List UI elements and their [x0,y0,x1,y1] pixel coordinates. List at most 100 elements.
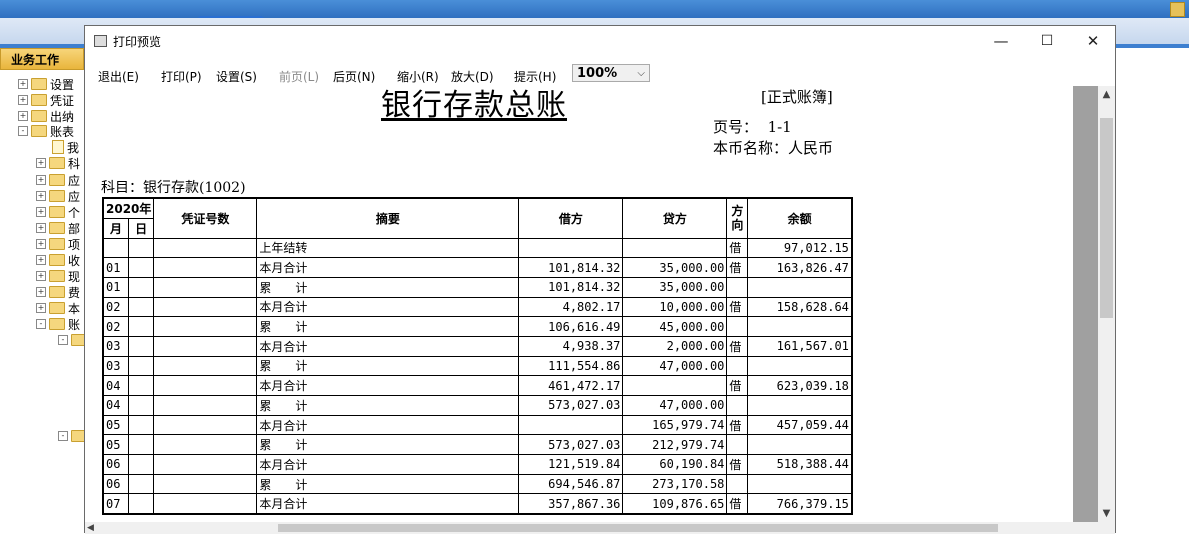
cell-summary: 累 计 [256,395,520,416]
expand-icon[interactable]: + [36,303,46,313]
horizontal-scroll-thumb[interactable] [278,524,998,532]
cell-dir [726,316,749,337]
preview-page: 银行存款总账 [正式账簿] 页号： 1-1 本币名称：人民币 科目：银行存款(1… [85,86,1073,522]
cell-voucher [153,395,258,416]
ledger-body: 上年结转借 97,012.15 01 本月合计 101,814.32 35,000.00 借… [102,237,853,515]
settings-button[interactable]: 设置(S) [216,68,257,85]
tree-item[interactable]: 我 [52,139,79,155]
cell-m: 05 [102,414,129,436]
scroll-left-icon[interactable]: ◀ [87,522,94,534]
expand-icon[interactable]: + [36,239,46,249]
cell-debit: 573,027.03 [518,434,624,456]
cell-debit: 357,867.36 [518,493,624,515]
cell-summary: 本月合计 [256,414,520,436]
scroll-down-icon[interactable]: ▼ [1098,505,1115,522]
table-row: 01 本月合计 101,814.32 35,000.00 借 163,826.47 [102,257,853,278]
tree-item[interactable]: + 个 [36,204,80,220]
collapse-icon[interactable]: - [58,335,68,345]
zoom-out-button[interactable]: 缩小(R) [397,68,439,85]
header-credit: 贷方 [622,197,728,239]
cell-balance [747,473,853,495]
cell-dir [726,276,749,298]
print-button[interactable]: 打印(P) [161,68,202,85]
expand-icon[interactable]: + [36,207,46,217]
prev-page-button[interactable]: 前页(L) [279,68,319,85]
cell-summary: 本月合计 [256,296,520,318]
collapse-icon[interactable]: - [58,431,68,441]
tree-item-label: 账表 [50,124,75,139]
tree-item-label: 现 [68,269,81,284]
cell-d [127,434,155,456]
zoom-value: 100% [577,66,618,81]
scroll-up-icon[interactable]: ▲ [1098,86,1115,103]
expand-icon[interactable]: + [36,175,46,185]
preview-toolbar: 退出(E) 打印(P) 设置(S) 前页(L) 后页(N) 缩小(R) 放大(D… [85,58,1115,86]
vertical-scroll-thumb[interactable] [1100,118,1113,318]
zoom-in-button[interactable]: 放大(D) [451,68,494,85]
ledger-type-badge: [正式账簿] [761,88,833,106]
cell-summary: 本月合计 [256,375,520,396]
expand-icon[interactable]: + [18,79,28,89]
expand-icon[interactable]: + [36,223,46,233]
collapse-icon[interactable]: - [18,126,28,136]
hint-button[interactable]: 提示(H) [514,68,556,85]
cell-summary: 累 计 [256,434,520,456]
tree-item[interactable]: -账 [36,316,80,332]
tree-item-label: 应 [68,173,81,188]
vertical-scrollbar[interactable]: ▲ ▼ [1098,86,1115,522]
tree-item[interactable]: + 本 [36,300,80,316]
cell-balance: 518,388.44 [747,454,853,475]
cell-credit: 273,170.58 [622,473,728,495]
business-work-tab[interactable]: 业务工作 [0,48,84,70]
expand-icon[interactable]: + [36,287,46,297]
window-title-bar: 打印预览 — ☐ ✕ [85,26,1115,56]
print-preview-window: 打印预览 — ☐ ✕ 退出(E) 打印(P) 设置(S) 前页(L) 后页(N)… [84,25,1116,534]
folder-icon [31,110,47,122]
chevron-down-icon: ⌵ [637,68,645,79]
next-page-button[interactable]: 后页(N) [333,68,375,85]
maximize-button[interactable]: ☐ [1024,26,1070,56]
expand-icon[interactable]: + [36,271,46,281]
cell-credit [622,375,728,396]
header-direction: 方向 [726,197,749,239]
tree-item[interactable]: + 应 [36,172,80,188]
tree-item[interactable]: + 设置 [18,76,74,92]
cell-summary: 本月合计 [256,257,520,278]
expand-icon[interactable]: + [18,95,28,105]
cell-balance: 158,628.64 [747,296,853,318]
minimize-button[interactable]: — [978,26,1024,56]
tree-item[interactable]: + 科 [36,155,80,171]
tree-item[interactable]: + 现 [36,268,80,284]
expand-icon[interactable]: + [18,111,28,121]
header-balance: 余额 [747,197,853,239]
folder-icon [31,125,47,137]
tree-item[interactable]: + 部 [36,220,80,236]
app-title-bar [0,0,1189,26]
exit-button[interactable]: 退出(E) [98,68,139,85]
tree-item[interactable]: + 凭证 [18,92,74,108]
tree-item[interactable]: + 费 [36,284,80,300]
cell-dir [726,395,749,416]
zoom-select[interactable]: 100% ⌵ [572,64,650,82]
document-icon [52,140,64,154]
collapse-icon[interactable]: - [36,319,46,329]
horizontal-scrollbar[interactable]: ◀ [85,522,1098,534]
cell-d [127,493,155,515]
cell-credit: 2,000.00 [622,335,728,357]
cell-balance: 457,059.44 [747,414,853,436]
app-corner-icon[interactable] [1170,2,1185,17]
tree-item[interactable]: + 应 [36,188,80,204]
expand-icon[interactable]: + [36,255,46,265]
cell-dir: 借 [726,375,749,396]
cell-balance [747,395,853,416]
tree-item[interactable]: - 账表 [18,123,74,139]
folder-icon [49,190,65,202]
currency-value: 人民币 [788,139,834,157]
cell-balance: 97,012.15 [747,237,853,259]
cell-dir: 借 [726,296,749,318]
expand-icon[interactable]: + [36,191,46,201]
close-button[interactable]: ✕ [1070,26,1116,56]
tree-item[interactable]: + 收 [36,252,80,268]
tree-item[interactable]: + 项 [36,236,80,252]
expand-icon[interactable]: + [36,158,46,168]
